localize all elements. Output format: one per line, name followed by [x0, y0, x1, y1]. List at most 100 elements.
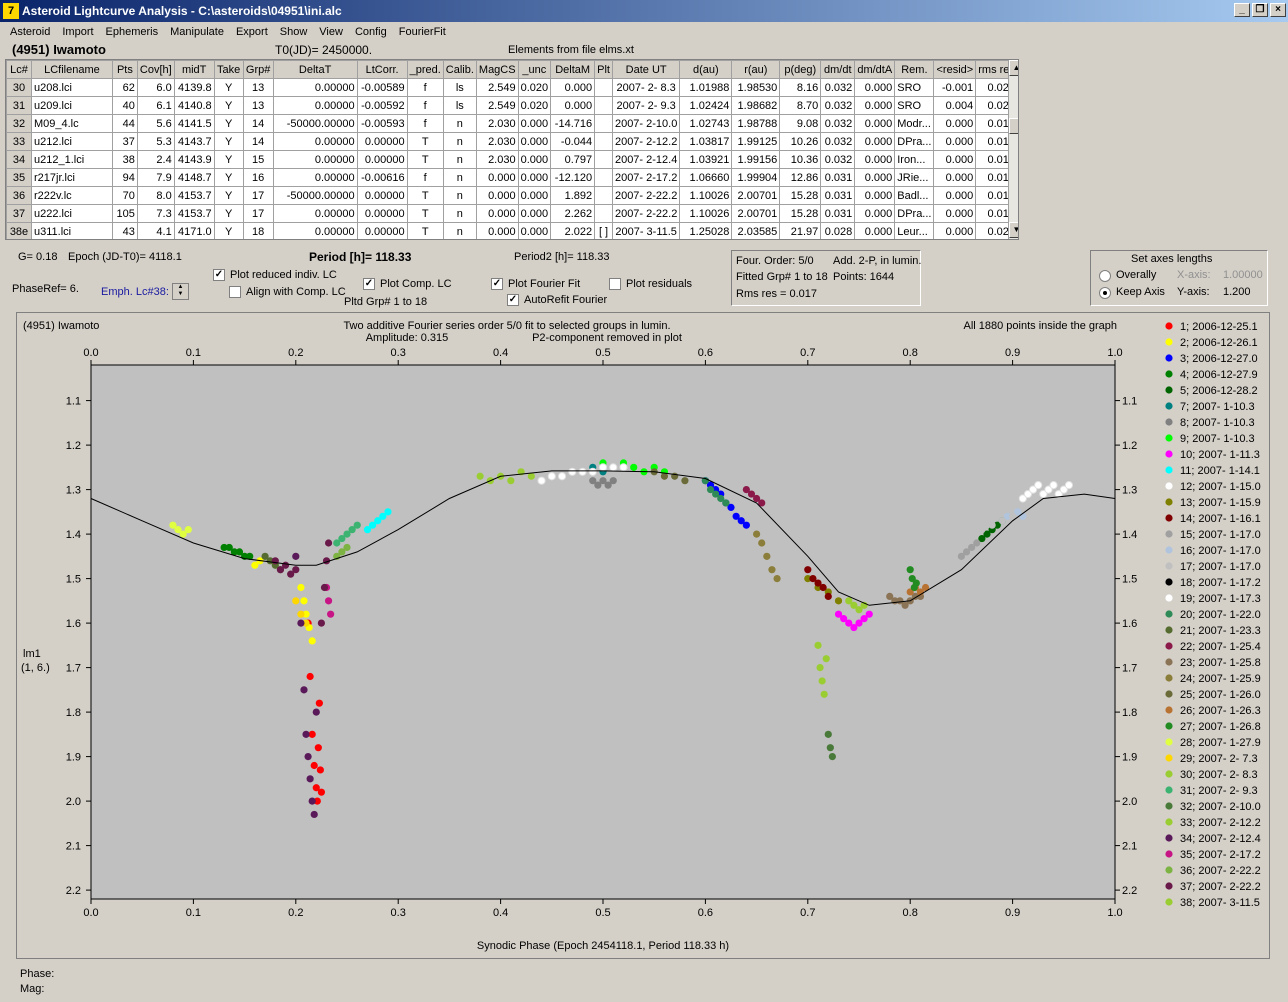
table-cell[interactable]: 1.99156: [731, 150, 781, 169]
table-cell[interactable]: 94: [111, 168, 138, 187]
data-point[interactable]: [281, 561, 290, 569]
y-axis-value[interactable]: 1.200: [1223, 286, 1251, 298]
table-cell[interactable]: SRO: [894, 78, 935, 97]
data-point[interactable]: [304, 753, 312, 761]
table-cell[interactable]: 2007- 2-22.2: [611, 186, 681, 205]
table-cell[interactable]: M09_4.lc: [30, 114, 113, 133]
data-point[interactable]: [824, 592, 832, 600]
table-cell[interactable]: 7.3: [136, 204, 175, 223]
data-point[interactable]: [826, 744, 834, 752]
column-header[interactable]: _unc: [517, 60, 552, 79]
menu-ephemeris[interactable]: Ephemeris: [100, 26, 165, 38]
table-cell[interactable]: [594, 114, 613, 133]
table-cell[interactable]: u311.lci: [30, 222, 113, 239]
table-cell[interactable]: 0.000: [854, 114, 896, 133]
table-cell[interactable]: 0.000: [933, 168, 977, 187]
table-cell[interactable]: 14: [242, 132, 274, 151]
row-header[interactable]: 31: [6, 96, 32, 115]
column-header[interactable]: <resid>: [933, 60, 977, 79]
table-cell[interactable]: 0.032: [820, 132, 856, 151]
table-cell[interactable]: 1.99904: [731, 168, 781, 187]
table-cell[interactable]: 1.02424: [679, 96, 733, 115]
table-cell[interactable]: [594, 150, 613, 169]
data-point[interactable]: [315, 699, 323, 707]
data-point[interactable]: [753, 530, 761, 538]
table-cell[interactable]: 1.98788: [731, 114, 781, 133]
menu-export[interactable]: Export: [230, 26, 274, 38]
data-point[interactable]: [824, 730, 832, 738]
table-cell[interactable]: 2007- 2-12.2: [611, 132, 681, 151]
table-cell[interactable]: 0.000: [854, 96, 896, 115]
data-point[interactable]: [828, 753, 836, 761]
table-cell[interactable]: 0.031: [820, 204, 856, 223]
table-cell[interactable]: 0.00000: [272, 222, 358, 239]
column-header[interactable]: d(au): [679, 60, 733, 79]
table-cell[interactable]: [594, 168, 613, 187]
data-point[interactable]: [814, 641, 822, 649]
table-cell[interactable]: 62: [111, 78, 138, 97]
table-cell[interactable]: 0.000: [854, 132, 896, 151]
data-point[interactable]: [557, 472, 567, 481]
table-cell[interactable]: 1.06660: [679, 168, 733, 187]
table-cell[interactable]: 0.00000: [356, 186, 408, 205]
table-cell[interactable]: 5.3: [136, 132, 175, 151]
menu-fourierfit[interactable]: FourierFit: [393, 26, 452, 38]
table-row[interactable]: 35 r217jr.lci 94 7.9 4148.7 Y 16 0.00000 -0.0061…: [6, 168, 1018, 187]
data-point[interactable]: [681, 477, 689, 485]
column-header[interactable]: Take: [213, 60, 244, 79]
menu-asteroid[interactable]: Asteroid: [4, 26, 56, 38]
table-cell[interactable]: 1.10026: [679, 204, 733, 223]
table-cell[interactable]: 0.000: [933, 150, 977, 169]
table-cell[interactable]: 0.000: [933, 222, 977, 239]
table-cell[interactable]: 70: [111, 186, 138, 205]
table-cell[interactable]: 0.797: [550, 150, 596, 169]
column-header[interactable]: DeltaT: [272, 60, 358, 79]
row-header[interactable]: 30: [6, 78, 32, 97]
menu-manipulate[interactable]: Manipulate: [164, 26, 230, 38]
table-cell[interactable]: 4153.7: [173, 204, 215, 223]
table-cell[interactable]: 4148.7: [173, 168, 215, 187]
table-cell[interactable]: [594, 204, 613, 223]
table-cell[interactable]: 1.02743: [679, 114, 733, 133]
table-cell[interactable]: Y: [213, 96, 244, 115]
plot-area[interactable]: [90, 364, 1116, 900]
table-cell[interactable]: Modr...: [894, 114, 935, 133]
table-cell[interactable]: 0.00000: [272, 78, 358, 97]
table-cell[interactable]: 15.28: [779, 204, 822, 223]
data-point[interactable]: [324, 597, 333, 605]
table-cell[interactable]: 43: [111, 222, 138, 239]
data-point[interactable]: [297, 583, 305, 592]
table-cell[interactable]: 15: [242, 150, 274, 169]
table-row[interactable]: 37 u222.lci 105 7.3 4153.7 Y 17 0.00000 0.00000 T…: [6, 204, 1018, 223]
table-cell[interactable]: 0.028: [820, 222, 856, 239]
table-cell[interactable]: 8.16: [779, 78, 822, 97]
table-cell[interactable]: 0.000: [854, 168, 896, 187]
table-cell[interactable]: 0.032: [820, 150, 856, 169]
data-point[interactable]: [768, 566, 776, 574]
data-point[interactable]: [310, 761, 318, 770]
table-cell[interactable]: 0.00000: [272, 168, 358, 187]
table-cell[interactable]: T: [406, 150, 444, 169]
table-cell[interactable]: 0.000: [933, 132, 977, 151]
data-point[interactable]: [598, 463, 608, 472]
data-point[interactable]: [912, 579, 920, 587]
table-cell[interactable]: Y: [213, 150, 244, 169]
table-cell[interactable]: 0.000: [854, 150, 896, 169]
row-header[interactable]: 38e: [6, 222, 32, 239]
table-cell[interactable]: -0.00592: [356, 96, 408, 115]
data-point[interactable]: [302, 730, 310, 738]
table-cell[interactable]: 0.032: [820, 114, 856, 133]
table-cell[interactable]: r222v.lc: [30, 186, 113, 205]
table-cell[interactable]: f: [406, 96, 444, 115]
data-point[interactable]: [320, 583, 329, 592]
table-cell[interactable]: 4153.7: [173, 186, 215, 205]
table-cell[interactable]: Leur...: [894, 222, 935, 239]
table-cell[interactable]: u212.lci: [30, 132, 113, 151]
table-cell[interactable]: 0.032: [820, 78, 856, 97]
table-cell[interactable]: 17: [242, 204, 274, 223]
table-cell[interactable]: 1.98682: [731, 96, 781, 115]
data-point[interactable]: [1049, 481, 1058, 490]
data-point[interactable]: [865, 610, 873, 618]
table-cell[interactable]: 8.70: [779, 96, 822, 115]
table-row[interactable]: 33 u212.lci 37 5.3 4143.7 Y 14 0.00000 0.00000 Tn…: [6, 132, 1018, 151]
